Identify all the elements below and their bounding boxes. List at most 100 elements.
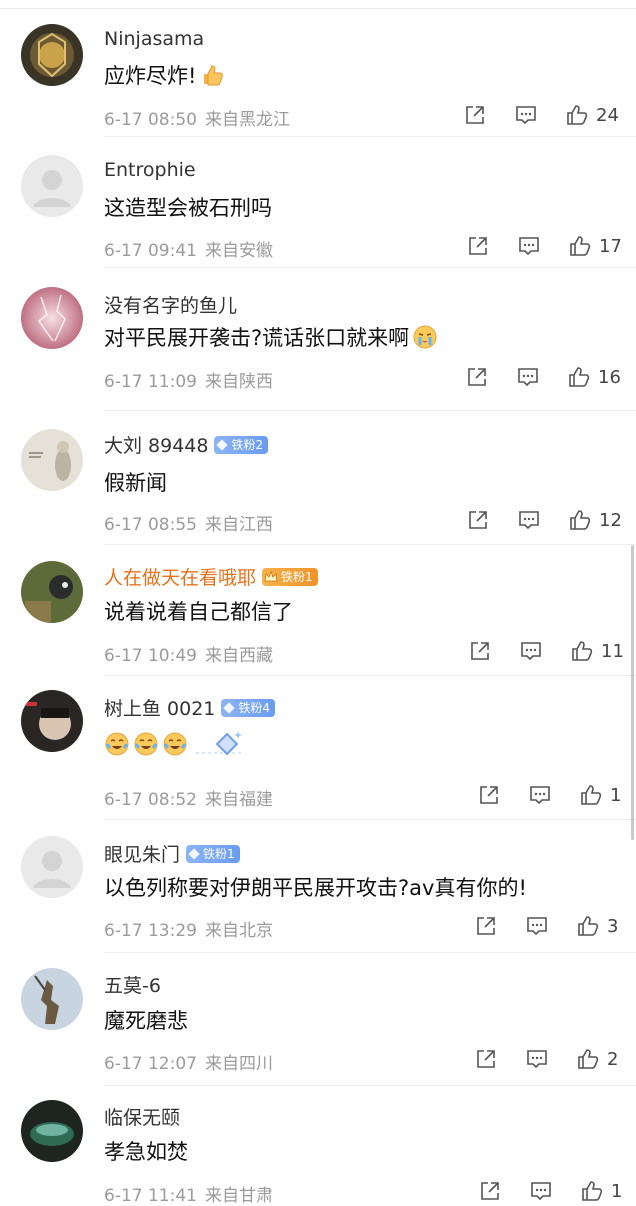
comment-icon[interactable] bbox=[526, 1048, 548, 1070]
username[interactable]: 没有名字的鱼儿 bbox=[104, 291, 237, 318]
timestamp: 6-17 11:09 bbox=[104, 372, 197, 392]
username[interactable]: 大刘 89448 铁粉2 bbox=[104, 431, 269, 458]
username-text: 人在做天在看哦耶 bbox=[104, 567, 257, 589]
like-icon[interactable] bbox=[566, 104, 588, 126]
share-icon[interactable] bbox=[466, 366, 488, 388]
avatar[interactable] bbox=[21, 155, 83, 217]
share-icon[interactable] bbox=[479, 1180, 501, 1202]
like-icon[interactable] bbox=[577, 1048, 599, 1070]
comment-icon[interactable] bbox=[515, 104, 537, 126]
timestamp: 6-17 08:52 bbox=[104, 790, 197, 810]
like-icon[interactable] bbox=[581, 1180, 603, 1202]
timestamp: 6-17 08:55 bbox=[104, 515, 197, 535]
like-count: 2 bbox=[607, 1048, 619, 1070]
comment-body: 说着说着自己都信了 bbox=[104, 600, 293, 624]
like-icon[interactable] bbox=[568, 366, 590, 388]
like-icon[interactable] bbox=[571, 640, 593, 662]
username-text: 临保无颐 bbox=[104, 1107, 181, 1129]
location: 来自福建 bbox=[204, 790, 273, 810]
like-count: 16 bbox=[598, 366, 621, 388]
comment-icon[interactable] bbox=[530, 1180, 552, 1202]
scrollbar[interactable] bbox=[631, 545, 634, 840]
crying-emoji-icon bbox=[412, 324, 438, 350]
comment-text: 孝急如焚 bbox=[104, 1136, 188, 1166]
comment-item: Ninjasama 应炸尽炸! 6-17 08:50 来自黑龙江 24 bbox=[0, 10, 636, 137]
diamond-icon bbox=[223, 701, 236, 714]
comment-meta: 6-17 12:07 来自四川 bbox=[104, 1049, 273, 1074]
top-divider bbox=[0, 8, 636, 9]
avatar[interactable] bbox=[21, 690, 83, 752]
share-icon[interactable] bbox=[467, 235, 489, 257]
comment-icon[interactable] bbox=[518, 235, 540, 257]
share-icon[interactable] bbox=[475, 915, 497, 937]
username[interactable]: 树上鱼 0021 铁粉4 bbox=[104, 694, 276, 721]
share-icon[interactable] bbox=[478, 784, 500, 806]
avatar[interactable] bbox=[21, 836, 83, 898]
comment-item: 大刘 89448 铁粉2 假新闻 6-17 08:55 来自江西 12 bbox=[0, 411, 636, 545]
timestamp: 6-17 13:29 bbox=[104, 921, 197, 941]
action-bar: 2 bbox=[475, 1048, 618, 1070]
timestamp: 6-17 12:07 bbox=[104, 1054, 197, 1074]
like-icon[interactable] bbox=[580, 784, 602, 806]
fan-badge: 铁粉2 bbox=[214, 435, 269, 454]
comment-meta: 6-17 08:55 来自江西 bbox=[104, 510, 273, 535]
comment-icon[interactable] bbox=[517, 366, 539, 388]
like-count: 12 bbox=[599, 509, 622, 531]
badge-label: 铁粉1 bbox=[203, 846, 235, 861]
action-bar: 12 bbox=[467, 509, 622, 531]
username-text: 树上鱼 0021 bbox=[104, 698, 216, 720]
username[interactable]: 五莫-6 bbox=[104, 971, 161, 998]
action-bar: 17 bbox=[467, 235, 622, 257]
username[interactable]: Entrophie bbox=[104, 159, 196, 181]
comment-item: 临保无颐 孝急如焚 6-17 11:41 来自甘肃 1 bbox=[0, 1086, 636, 1206]
comment-icon[interactable] bbox=[529, 784, 551, 806]
comment-body: 魔死磨悲 bbox=[104, 1009, 188, 1033]
share-icon[interactable] bbox=[467, 509, 489, 531]
comment-item: Entrophie 这造型会被石刑吗 6-17 09:41 来自安徽 17 bbox=[0, 137, 636, 268]
username[interactable]: 眼见朱门 铁粉1 bbox=[104, 840, 240, 867]
comment-icon[interactable] bbox=[520, 640, 542, 662]
comment-icon[interactable] bbox=[518, 509, 540, 531]
avatar[interactable] bbox=[21, 287, 83, 349]
comment-body: 这造型会被石刑吗 bbox=[104, 196, 272, 220]
like-icon[interactable] bbox=[569, 235, 591, 257]
like-count: 1 bbox=[611, 1180, 623, 1202]
comment-text: 对平民展开袭击?谎话张口就来啊 bbox=[104, 322, 438, 352]
username[interactable]: Ninjasama bbox=[104, 28, 204, 50]
action-bar: 16 bbox=[466, 366, 621, 388]
avatar[interactable] bbox=[21, 24, 83, 86]
action-bar: 1 bbox=[479, 1180, 622, 1202]
comment-meta: 6-17 09:41 来自安徽 bbox=[104, 236, 273, 261]
share-icon[interactable] bbox=[464, 104, 486, 126]
action-bar: 3 bbox=[475, 915, 618, 937]
avatar[interactable] bbox=[21, 429, 83, 491]
action-bar: 1 bbox=[478, 784, 621, 806]
location: 来自安徽 bbox=[204, 241, 273, 261]
location: 来自北京 bbox=[204, 921, 273, 941]
username-text: Ninjasama bbox=[104, 28, 205, 50]
username[interactable]: 临保无颐 bbox=[104, 1103, 180, 1130]
like-icon[interactable] bbox=[569, 509, 591, 531]
username[interactable]: 人在做天在看哦耶 铁粉1 bbox=[104, 563, 318, 590]
timestamp: 6-17 08:50 bbox=[104, 110, 197, 130]
comment-text: 应炸尽炸! bbox=[104, 60, 225, 90]
comment-icon[interactable] bbox=[526, 915, 548, 937]
comment-item: 树上鱼 0021 铁粉4 6-17 08:52 来自福建 1 bbox=[0, 676, 636, 820]
avatar[interactable] bbox=[21, 968, 83, 1030]
thumbs-up-emoji-icon bbox=[199, 62, 225, 88]
badge-label: 铁粉1 bbox=[281, 569, 313, 584]
location: 来自西藏 bbox=[204, 646, 273, 666]
avatar[interactable] bbox=[21, 1100, 83, 1162]
share-icon[interactable] bbox=[469, 640, 491, 662]
like-icon[interactable] bbox=[577, 915, 599, 937]
diamond-sticker-icon bbox=[192, 727, 248, 761]
comment-item: 五莫-6 魔死磨悲 6-17 12:07 来自四川 2 bbox=[0, 953, 636, 1086]
comment-text: 说着说着自己都信了 bbox=[104, 596, 293, 626]
timestamp: 6-17 10:49 bbox=[104, 646, 197, 666]
location: 来自四川 bbox=[204, 1054, 273, 1074]
like-count: 1 bbox=[610, 784, 622, 806]
comment-meta: 6-17 10:49 来自西藏 bbox=[104, 641, 273, 666]
share-icon[interactable] bbox=[475, 1048, 497, 1070]
fan-badge: 铁粉1 bbox=[186, 844, 240, 863]
avatar[interactable] bbox=[21, 561, 83, 623]
